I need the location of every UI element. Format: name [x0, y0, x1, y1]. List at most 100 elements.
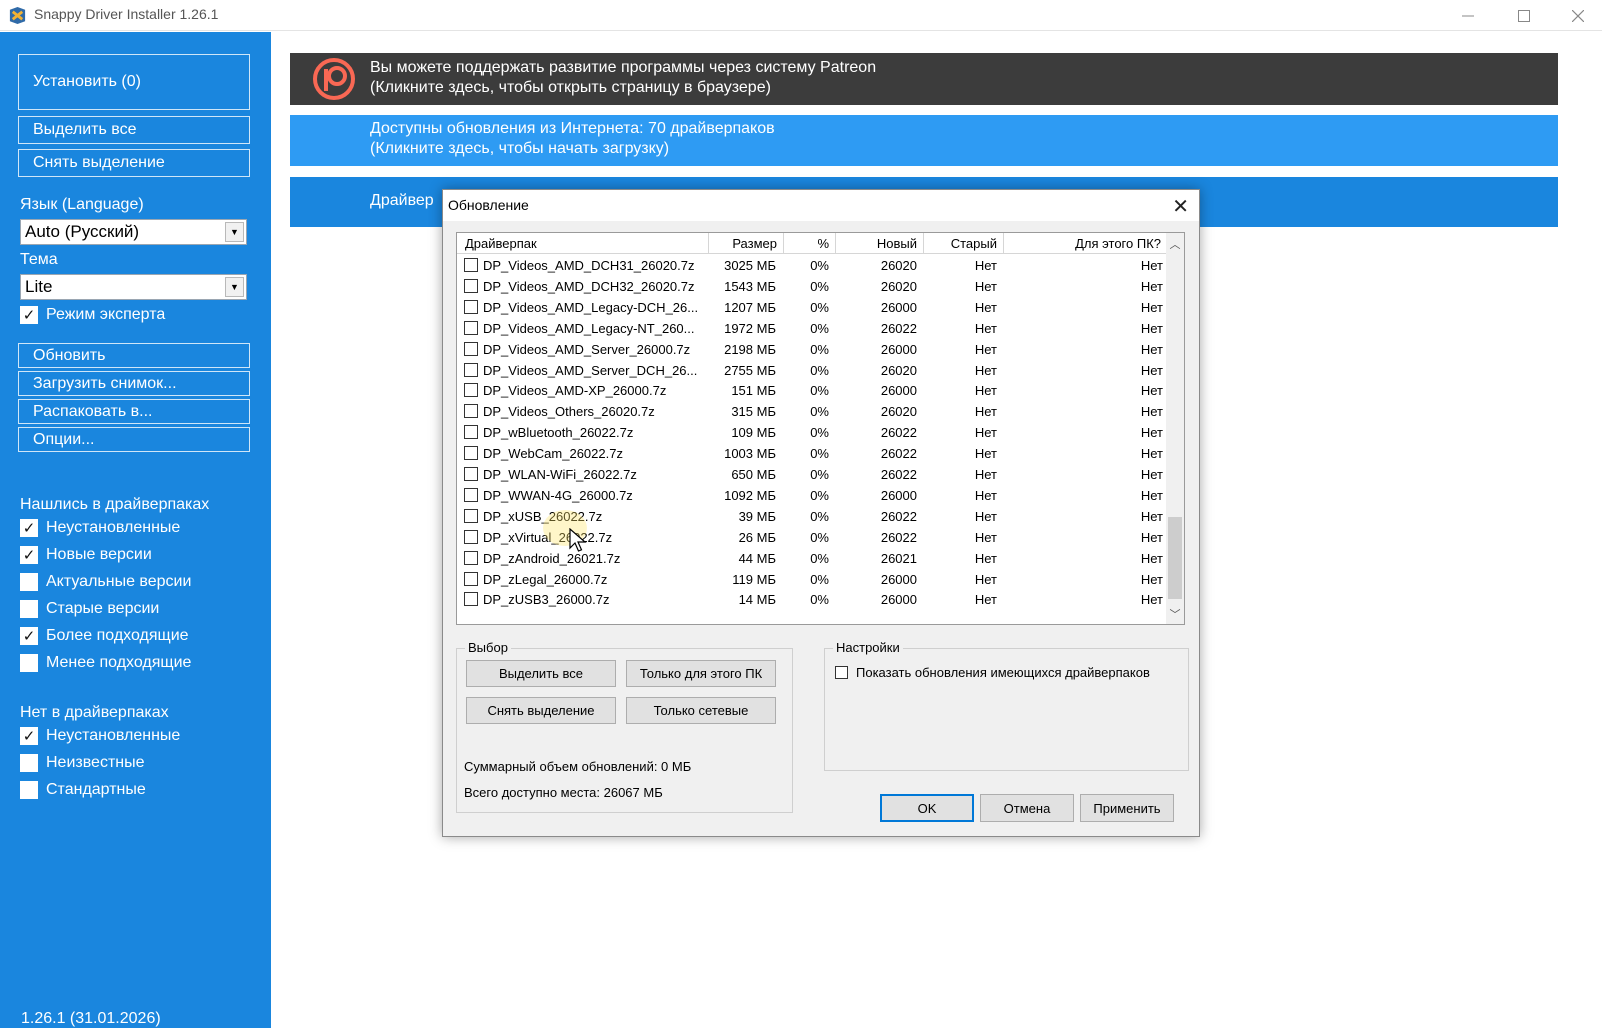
refresh-button[interactable]: Обновить: [18, 343, 250, 368]
scrollbar-thumb[interactable]: [1168, 517, 1182, 599]
row-percent: 0%: [810, 383, 829, 399]
checkbox-icon[interactable]: [20, 654, 38, 672]
row-name: DP_Videos_AMD_Legacy-DCH_26...: [483, 299, 699, 315]
column-header-for-this-pc[interactable]: Для этого ПК?: [1004, 233, 1167, 254]
column-header-driverpack[interactable]: Драйверпак: [457, 233, 709, 254]
ok-button[interactable]: OK: [880, 794, 974, 822]
found-filter-checkbox[interactable]: Актуальные версии: [20, 573, 191, 591]
row-for-this-pc: Нет: [1140, 508, 1163, 524]
options-button[interactable]: Опции...: [18, 427, 250, 452]
select-all-button[interactable]: Выделить все: [18, 116, 250, 144]
column-header-percent[interactable]: %: [784, 233, 836, 254]
column-header-new[interactable]: Новый: [836, 233, 924, 254]
cancel-button[interactable]: Отмена: [980, 794, 1074, 822]
dialog-deselect-button[interactable]: Снять выделение: [466, 697, 616, 724]
table-row[interactable]: DP_Videos_AMD_Legacy-NT_260... 1972 МБ 0% 2…: [457, 318, 1167, 339]
table-row[interactable]: DP_Videos_AMD_Server_26000.7z 2198 МБ 0% 26…: [457, 339, 1167, 360]
driverpack-list[interactable]: Драйверпак Размер % Новый Старый Для это…: [456, 232, 1185, 625]
notfound-filter-checkbox[interactable]: Неизвестные: [20, 754, 145, 772]
checkbox-icon[interactable]: [20, 600, 38, 618]
checkbox-icon[interactable]: ✓: [20, 519, 38, 537]
found-filter-checkbox[interactable]: ✓ Новые версии: [20, 546, 152, 564]
minimize-icon[interactable]: [1440, 0, 1496, 31]
checkbox-icon[interactable]: [464, 299, 478, 314]
column-header-size[interactable]: Размер: [709, 233, 784, 254]
found-filter-checkbox[interactable]: ✓ Неустановленные: [20, 519, 180, 537]
expert-mode-checkbox[interactable]: ✓ Режим эксперта: [20, 306, 165, 324]
notfound-filter-checkbox[interactable]: Стандартные: [20, 781, 146, 799]
chevron-down-icon[interactable]: ▼: [225, 222, 244, 242]
vertical-scrollbar[interactable]: ︿ ﹀: [1166, 233, 1184, 624]
table-row[interactable]: DP_WLAN-WiFi_26022.7z 650 МБ 0% 26022 Нет Нет: [457, 464, 1167, 485]
checkbox-icon[interactable]: ✓: [20, 306, 38, 324]
found-filter-checkbox[interactable]: Менее подходящие: [20, 654, 191, 672]
checkbox-icon[interactable]: ✓: [20, 727, 38, 745]
notfound-filter-checkbox[interactable]: ✓ Неустановленные: [20, 727, 180, 745]
version-label: 1.26.1 (31.01.2026): [21, 1010, 161, 1027]
checkbox-icon[interactable]: [464, 508, 478, 523]
row-new: 26000: [880, 571, 917, 587]
table-row[interactable]: DP_zAndroid_26021.7z 44 МБ 0% 26021 Нет Нет: [457, 548, 1167, 569]
column-header-old[interactable]: Старый: [924, 233, 1004, 254]
checkbox-icon[interactable]: [464, 446, 478, 461]
row-size: 3025 МБ: [724, 258, 776, 273]
load-snapshot-button[interactable]: Загрузить снимок...: [18, 371, 250, 396]
checkbox-icon[interactable]: [464, 529, 478, 544]
checkbox-icon[interactable]: [464, 571, 478, 586]
checkbox-icon[interactable]: [464, 550, 478, 565]
apply-button[interactable]: Применить: [1080, 794, 1174, 822]
table-row[interactable]: DP_Videos_AMD_DCH31_26020.7z 3025 МБ 0% 260…: [457, 255, 1167, 276]
table-row[interactable]: DP_Videos_AMD-XP_26000.7z 151 МБ 0% 26000 Не…: [457, 380, 1167, 401]
checkbox-icon[interactable]: [464, 383, 478, 398]
table-row[interactable]: DP_Videos_AMD_DCH32_26020.7z 1543 МБ 0% 260…: [457, 276, 1167, 297]
dialog-select-all-button[interactable]: Выделить все: [466, 660, 616, 687]
table-row[interactable]: DP_zLegal_26000.7z 119 МБ 0% 26000 Нет Нет: [457, 569, 1167, 590]
close-icon[interactable]: [1550, 0, 1602, 31]
updates-banner[interactable]: Доступны обновления из Интернета: 70 дра…: [290, 115, 1558, 166]
checkbox-icon[interactable]: [20, 754, 38, 772]
checkbox-icon[interactable]: [464, 592, 478, 607]
row-size: 1003 МБ: [724, 446, 776, 462]
install-button[interactable]: Установить (0): [18, 54, 250, 110]
maximize-icon[interactable]: [1496, 0, 1552, 31]
only-this-pc-button[interactable]: Только для этого ПК: [626, 660, 776, 687]
theme-select[interactable]: Lite ▼: [20, 274, 247, 300]
table-row[interactable]: DP_zUSB3_26000.7z 14 МБ 0% 26000 Нет Нет: [457, 589, 1167, 610]
table-row[interactable]: DP_WebCam_26022.7z 1003 МБ 0% 26022 Нет Нет: [457, 443, 1167, 464]
extract-button[interactable]: Распаковать в...: [18, 399, 250, 424]
theme-label: Тема: [20, 251, 58, 268]
checkbox-icon[interactable]: [20, 781, 38, 799]
chevron-down-icon[interactable]: ﹀: [1166, 605, 1184, 623]
checkbox-icon[interactable]: [464, 404, 478, 419]
checkbox-icon[interactable]: ✓: [20, 627, 38, 645]
chevron-down-icon[interactable]: ▼: [225, 277, 244, 297]
checkbox-icon[interactable]: [20, 573, 38, 591]
language-select[interactable]: Auto (Русский) ▼: [20, 219, 247, 245]
checkbox-icon[interactable]: [835, 666, 848, 679]
checkbox-icon[interactable]: [464, 278, 478, 293]
only-network-button[interactable]: Только сетевые: [626, 697, 776, 724]
chevron-up-icon[interactable]: ︿: [1166, 235, 1184, 253]
table-row[interactable]: DP_WWAN-4G_26000.7z 1092 МБ 0% 26000 Нет Нет: [457, 485, 1167, 506]
checkbox-icon[interactable]: [464, 487, 478, 502]
checkbox-icon[interactable]: [464, 258, 478, 272]
found-filter-checkbox[interactable]: Старые версии: [20, 600, 159, 618]
checkbox-icon[interactable]: ✓: [20, 546, 38, 564]
row-for-this-pc: Нет: [1140, 404, 1163, 420]
patreon-banner[interactable]: Вы можете поддержать развитие программы …: [290, 53, 1558, 105]
checkbox-icon[interactable]: [464, 320, 478, 335]
deselect-button[interactable]: Снять выделение: [18, 149, 250, 177]
table-row[interactable]: DP_Videos_Others_26020.7z 315 МБ 0% 26020 Не…: [457, 401, 1167, 422]
settings-group-label: Настройки: [833, 640, 903, 655]
table-row[interactable]: DP_Videos_AMD_Server_DCH_26... 2755 МБ 0% 2…: [457, 360, 1167, 381]
found-filter-label: Менее подходящие: [46, 654, 192, 671]
close-icon[interactable]: ✕: [1172, 194, 1189, 219]
table-row[interactable]: DP_wBluetooth_26022.7z 109 МБ 0% 26022 Нет Не…: [457, 422, 1167, 443]
checkbox-icon[interactable]: [464, 467, 478, 481]
checkbox-icon[interactable]: [464, 341, 478, 356]
show-existing-updates-checkbox[interactable]: Показать обновления имеющихся драйверпак…: [835, 665, 1150, 680]
checkbox-icon[interactable]: [464, 362, 478, 377]
checkbox-icon[interactable]: [464, 425, 478, 440]
found-filter-checkbox[interactable]: ✓ Более подходящие: [20, 627, 189, 645]
table-row[interactable]: DP_Videos_AMD_Legacy-DCH_26... 1207 МБ 0% 2…: [457, 297, 1167, 318]
